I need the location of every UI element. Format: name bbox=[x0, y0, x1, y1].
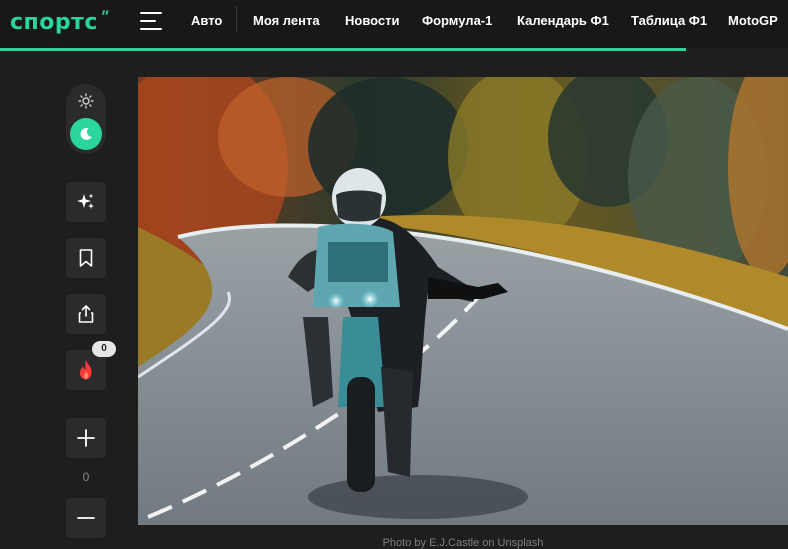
sparkle-icon bbox=[77, 193, 94, 209]
nav-item-motogp[interactable]: MotoGP bbox=[728, 13, 778, 29]
top-header: спортс " Авто Моя лента Новости Формула-1… bbox=[0, 0, 788, 48]
motorcycle-rider-image bbox=[138, 77, 788, 525]
minus-icon bbox=[77, 517, 95, 519]
logo-text: спортс bbox=[10, 9, 98, 35]
share-icon bbox=[78, 305, 94, 323]
nav-item-auto[interactable]: Авто bbox=[191, 13, 222, 29]
rating-count: 0 bbox=[82, 470, 90, 484]
reading-progress-bar bbox=[0, 48, 686, 51]
site-logo[interactable]: спортс " bbox=[10, 6, 112, 35]
menu-burger-icon[interactable] bbox=[140, 12, 162, 30]
sun-icon[interactable] bbox=[78, 93, 94, 109]
nav-item-my-feed[interactable]: Моя лента bbox=[253, 13, 320, 29]
nav-item-f1-standings[interactable]: Таблица Ф1 bbox=[631, 13, 707, 29]
upvote-button[interactable] bbox=[66, 418, 106, 458]
logo-mark: " bbox=[97, 6, 112, 26]
share-button[interactable] bbox=[66, 294, 106, 334]
moon-icon[interactable] bbox=[70, 118, 102, 150]
bookmark-icon bbox=[79, 249, 93, 267]
nav-divider bbox=[236, 6, 237, 32]
reaction-count-badge: 0 bbox=[92, 341, 116, 357]
ai-sparkle-button[interactable] bbox=[66, 182, 106, 222]
article-photo bbox=[138, 77, 788, 525]
downvote-button[interactable] bbox=[66, 498, 106, 538]
nav-item-formula-1[interactable]: Формула-1 bbox=[422, 13, 492, 29]
photo-caption: Photo by E.J.Castle on Unsplash bbox=[382, 537, 544, 549]
fire-icon bbox=[80, 360, 92, 380]
nav-item-f1-calendar[interactable]: Календарь Ф1 bbox=[517, 13, 609, 29]
bookmark-button[interactable] bbox=[66, 238, 106, 278]
nav-item-news[interactable]: Новости bbox=[345, 13, 400, 29]
theme-toggle[interactable] bbox=[66, 84, 106, 154]
plus-icon bbox=[77, 429, 95, 447]
